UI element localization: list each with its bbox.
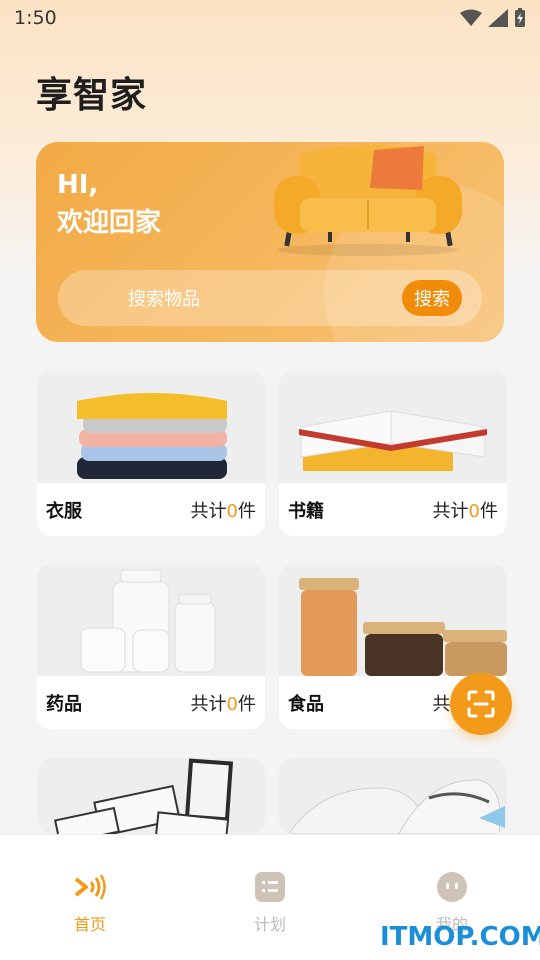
category-name: 药品 <box>46 693 82 715</box>
category-name: 衣服 <box>46 500 82 522</box>
category-name: 食品 <box>288 693 324 715</box>
battery-charging-icon <box>515 8 525 27</box>
search-input[interactable]: 搜索物品 搜索 <box>58 270 482 326</box>
scan-icon <box>467 690 495 718</box>
category-card-books[interactable]: 书籍 共计0件 <box>279 371 507 536</box>
greeting-line-1: HI, <box>57 170 99 200</box>
books-image <box>279 371 507 483</box>
status-bar: 1:50 <box>0 0 540 36</box>
hero-banner: HI, 欢迎回家 搜索物品 搜索 <box>36 142 504 342</box>
item-count: 共计0件 <box>190 500 256 522</box>
tab-home-label: 首页 <box>73 915 106 934</box>
sofa-illustration <box>274 145 462 256</box>
tab-plan-label: 计划 <box>253 915 286 934</box>
food-image <box>279 564 507 676</box>
count-number: 0 <box>226 693 238 715</box>
app-logo: 享智家 <box>36 75 148 116</box>
card-footer: 药品 共计0件 <box>37 676 265 729</box>
clothes-image <box>37 371 265 483</box>
documents-image <box>37 758 265 834</box>
search-button[interactable]: 搜索 <box>402 280 462 316</box>
hero-greeting: HI, 欢迎回家 <box>57 166 161 242</box>
category-name: 书籍 <box>288 500 324 522</box>
status-time: 1:50 <box>14 7 57 29</box>
tab-plan[interactable]: 计划 <box>220 871 320 935</box>
count-number: 0 <box>468 500 480 522</box>
greeting-line-2: 欢迎回家 <box>57 208 162 238</box>
face-icon <box>437 872 467 902</box>
list-icon <box>255 872 285 902</box>
category-card-clothes[interactable]: 衣服 共计0件 <box>37 371 265 536</box>
category-card-documents[interactable] <box>37 758 265 834</box>
item-count: 共计0件 <box>432 500 498 522</box>
item-count: 共计0件 <box>190 693 256 715</box>
category-card-medicine[interactable]: 药品 共计0件 <box>37 564 265 729</box>
home-signal-icon <box>74 874 106 900</box>
shoes-image <box>279 758 507 834</box>
signal-icon <box>488 9 508 27</box>
status-icons <box>460 8 526 28</box>
category-card-shoes[interactable] <box>279 758 507 834</box>
card-footer: 衣服 共计0件 <box>37 483 265 536</box>
wifi-icon <box>460 9 482 26</box>
search-placeholder: 搜索物品 <box>128 289 200 310</box>
card-footer: 书籍 共计0件 <box>279 483 507 536</box>
scan-button[interactable] <box>450 673 512 735</box>
count-number: 0 <box>226 500 238 522</box>
tab-home[interactable]: 首页 <box>40 871 140 935</box>
medicine-image <box>37 564 265 676</box>
watermark: ITMOP.COM <box>380 922 540 952</box>
